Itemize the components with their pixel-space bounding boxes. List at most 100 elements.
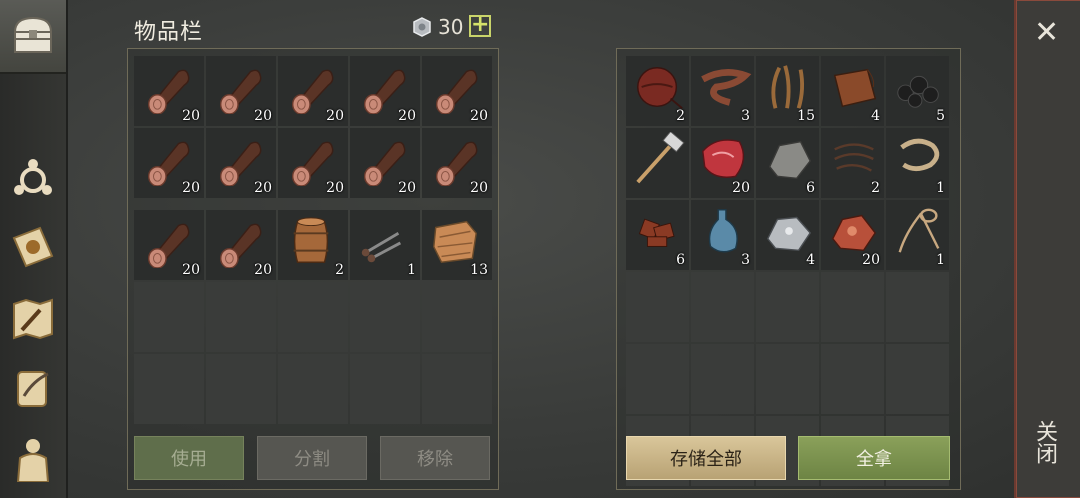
character-tab[interactable] — [8, 434, 58, 484]
storage-slot-stone[interactable]: 6 — [756, 128, 819, 198]
storage-slot-empty[interactable] — [821, 344, 884, 414]
item-quantity: 20 — [254, 262, 272, 278]
inventory-slot-log[interactable]: 20 — [206, 128, 276, 198]
log-icon — [147, 141, 190, 186]
item-quantity: 20 — [326, 180, 344, 196]
split-button[interactable]: 分割 — [257, 436, 367, 480]
log-icon — [363, 69, 406, 114]
inventory-slot-log[interactable]: 20 — [278, 128, 348, 198]
item-quantity: 1 — [936, 180, 945, 196]
log-icon — [435, 69, 478, 114]
item-quantity: 2 — [676, 108, 685, 124]
item-quantity: 20 — [182, 262, 200, 278]
nails-icon — [361, 232, 402, 263]
storage-slot-wire[interactable]: 2 — [821, 128, 884, 198]
use-button[interactable]: 使用 — [134, 436, 244, 480]
copper-ore-icon — [831, 214, 877, 252]
storage-slot-lasso[interactable]: 1 — [886, 200, 949, 270]
storage-slot-leather-hide[interactable]: 4 — [821, 56, 884, 126]
inventory-slot-log[interactable]: 20 — [206, 56, 276, 126]
inventory-slot-empty[interactable] — [422, 354, 492, 424]
inventory-slot-cloth[interactable]: 13 — [422, 210, 492, 280]
quests-tab[interactable] — [8, 364, 58, 414]
inventory-slot-empty[interactable] — [206, 282, 276, 352]
leather-hide-icon — [833, 68, 877, 108]
inventory-slot-barrel[interactable]: 2 — [278, 210, 348, 280]
remove-button[interactable]: 移除 — [380, 436, 490, 480]
take-all-button[interactable]: 全拿 — [798, 436, 950, 480]
chest-tab[interactable] — [0, 0, 66, 74]
inventory-slot-empty[interactable] — [350, 282, 420, 352]
log-icon — [219, 141, 262, 186]
add-currency-button[interactable]: + — [469, 14, 491, 37]
crafting-icon — [14, 159, 52, 195]
inventory-slot-empty[interactable] — [134, 354, 204, 424]
crafting-tab[interactable] — [8, 152, 58, 202]
inventory-slot-log[interactable]: 20 — [350, 128, 420, 198]
plant-fiber-icon — [771, 65, 805, 109]
chest-icon — [13, 16, 53, 53]
storage-slot-coal[interactable]: 5 — [886, 56, 949, 126]
storage-slot-empty[interactable] — [756, 272, 819, 342]
item-quantity: 2 — [871, 180, 880, 196]
storage-slot-empty[interactable] — [756, 344, 819, 414]
storage-slot-iron-ore[interactable]: 4 — [756, 200, 819, 270]
storage-slot-leather-strip[interactable]: 3 — [691, 56, 754, 126]
item-quantity: 13 — [470, 262, 488, 278]
inventory-slot-log[interactable]: 20 — [134, 56, 204, 126]
storage-slot-empty[interactable] — [886, 272, 949, 342]
storage-slot-leather-bag[interactable]: 2 — [626, 56, 689, 126]
item-quantity: 20 — [182, 108, 200, 124]
storage-slot-empty[interactable] — [821, 272, 884, 342]
inventory-slot-log[interactable]: 20 — [422, 128, 492, 198]
storage-slot-empty[interactable] — [886, 344, 949, 414]
inventory-slot-empty[interactable] — [422, 282, 492, 352]
gem-icon — [413, 17, 431, 37]
inventory-slot-empty[interactable] — [278, 354, 348, 424]
item-quantity: 20 — [862, 252, 880, 268]
inventory-slot-log[interactable]: 20 — [134, 128, 204, 198]
storage-slot-rope[interactable]: 1 — [886, 128, 949, 198]
log-icon — [291, 141, 334, 186]
close-icon[interactable]: ✕ — [1034, 18, 1059, 48]
inventory-slot-log[interactable]: 20 — [134, 210, 204, 280]
log-icon — [147, 69, 190, 114]
item-quantity: 2 — [335, 262, 344, 278]
storage-slot-scrap[interactable]: 6 — [626, 200, 689, 270]
iron-ore-icon — [766, 216, 812, 252]
inventory-slot-empty[interactable] — [278, 282, 348, 352]
inventory-slot-empty[interactable] — [206, 354, 276, 424]
item-quantity: 4 — [806, 252, 815, 268]
log-icon — [219, 223, 262, 268]
item-quantity: 3 — [741, 108, 750, 124]
inventory-slot-log[interactable]: 20 — [350, 56, 420, 126]
storage-slot-empty[interactable] — [626, 344, 689, 414]
storage-slot-hammer[interactable] — [626, 128, 689, 198]
item-quantity: 1 — [407, 262, 416, 278]
sun-map-tab[interactable] — [8, 222, 58, 272]
storage-slot-copper-ore[interactable]: 20 — [821, 200, 884, 270]
storage-slot-plant-fiber[interactable]: 15 — [756, 56, 819, 126]
storage-slot-empty[interactable] — [626, 272, 689, 342]
inventory-slot-log[interactable]: 20 — [206, 210, 276, 280]
store-all-button[interactable]: 存储全部 — [626, 436, 786, 480]
inventory-slot-nails[interactable]: 1 — [350, 210, 420, 280]
item-quantity: 20 — [254, 180, 272, 196]
raw-meat-icon — [702, 139, 745, 178]
inventory-slot-empty[interactable] — [350, 354, 420, 424]
cloth-icon — [433, 220, 477, 263]
close-label[interactable]: 关闭 — [1032, 420, 1060, 464]
map-tab[interactable] — [8, 294, 58, 344]
bottle-icon — [708, 209, 738, 253]
item-quantity: 20 — [326, 108, 344, 124]
item-quantity: 6 — [676, 252, 685, 268]
inventory-slot-empty[interactable] — [134, 282, 204, 352]
inventory-slot-log[interactable]: 20 — [278, 56, 348, 126]
storage-slot-bottle[interactable]: 3 — [691, 200, 754, 270]
storage-slot-raw-meat[interactable]: 20 — [691, 128, 754, 198]
inventory-slot-log[interactable]: 20 — [422, 56, 492, 126]
storage-slot-empty[interactable] — [691, 344, 754, 414]
barrel-icon — [293, 217, 329, 263]
scroll-quill-icon — [17, 371, 49, 407]
storage-slot-empty[interactable] — [691, 272, 754, 342]
